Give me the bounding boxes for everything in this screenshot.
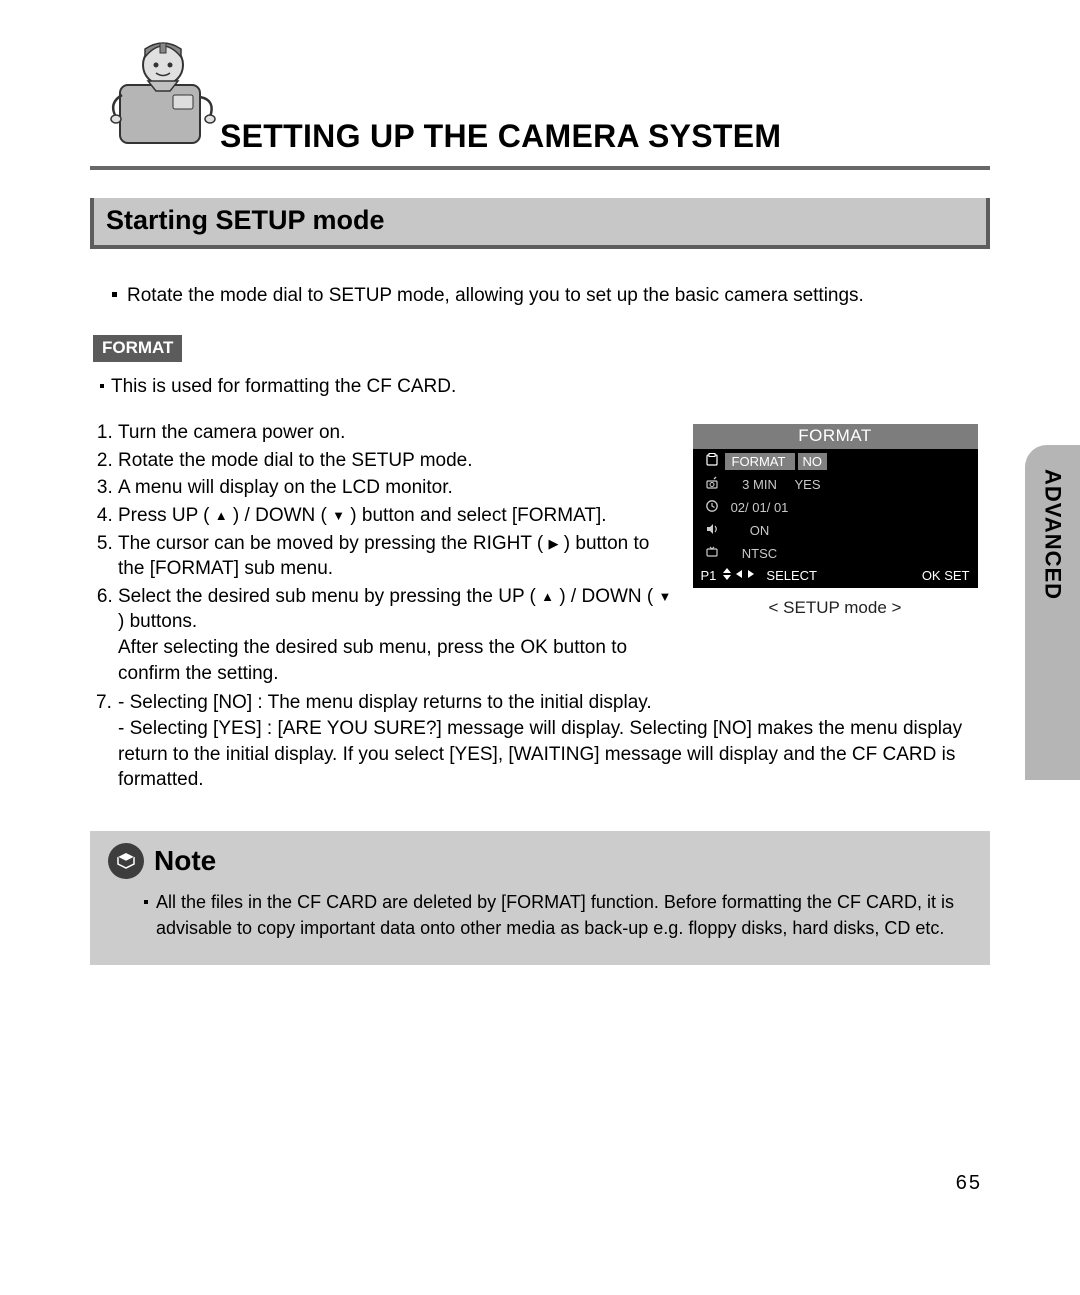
lcd-row-date: 02/ 01/ 01 [693, 495, 978, 518]
format-description: This is used for formatting the CF CARD. [100, 376, 990, 398]
step-7: 7. - Selecting [NO] : The menu display r… [98, 690, 990, 793]
header-divider [90, 166, 990, 170]
lcd-cell: FORMAT [725, 453, 795, 470]
step-7b-text: - Selecting [YES] : [ARE YOU SURE?] mess… [118, 716, 990, 793]
side-tab-label: ADVANCED [1040, 469, 1066, 600]
intro-text: Rotate the mode dial to SETUP mode, allo… [112, 285, 990, 307]
step-5: The cursor can be moved by pressing the … [118, 531, 680, 582]
step-4: Press UP ( ▲ ) / DOWN ( ▼ ) button and s… [118, 503, 680, 529]
triangle-right-icon: ▶ [549, 535, 559, 553]
page-title: SETTING UP THE CAMERA SYSTEM [220, 118, 781, 155]
step-6: Select the desired sub menu by pressing … [118, 584, 680, 687]
step-3: A menu will display on the LCD monitor. [118, 475, 680, 501]
note-body: All the files in the CF CARD are deleted… [108, 889, 972, 941]
triangle-down-icon: ▼ [332, 507, 345, 525]
lcd-cell: 3 MIN [725, 477, 795, 492]
note-icon [108, 843, 144, 879]
mascot-illustration [98, 25, 228, 160]
speaker-icon [699, 522, 725, 539]
lcd-page: P1 [701, 568, 717, 583]
lcd-row-format: FORMAT NO [693, 449, 978, 472]
lcd-cell: ON [725, 523, 795, 538]
lcd-okset-label: OK SET [922, 568, 970, 583]
lcd-cell: NO [798, 453, 828, 470]
lcd-select-label: SELECT [766, 568, 817, 583]
lcd-row-video: NTSC [693, 541, 978, 564]
card-icon [699, 453, 725, 470]
lcd-title: FORMAT [693, 424, 978, 449]
lcd-cell: NTSC [725, 546, 795, 561]
page-number: 65 [956, 1172, 982, 1195]
clock-icon [699, 499, 725, 516]
step-7a-text: - Selecting [NO] : The menu display retu… [118, 692, 652, 713]
step-number: 7. [96, 690, 112, 716]
lcd-caption: < SETUP mode > [680, 598, 990, 618]
triangle-down-icon: ▼ [659, 588, 672, 606]
triangle-up-icon: ▲ [541, 588, 554, 606]
steps-list: Turn the camera power on. Rotate the mod… [98, 420, 680, 686]
lcd-cell: YES [795, 477, 821, 492]
step-1: Turn the camera power on. [118, 420, 680, 446]
tv-icon [699, 545, 725, 562]
lcd-row-poweroff: 3 MIN YES [693, 472, 978, 495]
lcd-footer: P1 SELECT OK SET [693, 564, 978, 584]
step-2: Rotate the mode dial to the SETUP mode. [118, 448, 680, 474]
note-title: Note [154, 845, 216, 877]
nav-arrows-icon [722, 567, 756, 584]
section-title: Starting SETUP mode [90, 198, 990, 249]
note-box: Note All the files in the CF CARD are de… [90, 831, 990, 965]
triangle-up-icon: ▲ [215, 507, 228, 525]
lcd-cell: 02/ 01/ 01 [725, 500, 795, 515]
lcd-row-sound: ON [693, 518, 978, 541]
page-header: SETTING UP THE CAMERA SYSTEM [90, 30, 990, 170]
advanced-side-tab: ADVANCED [1025, 445, 1080, 780]
format-label: FORMAT [93, 335, 182, 362]
lcd-screenshot: FORMAT FORMAT NO 3 MIN YES [680, 424, 990, 618]
camera-off-icon [699, 476, 725, 493]
